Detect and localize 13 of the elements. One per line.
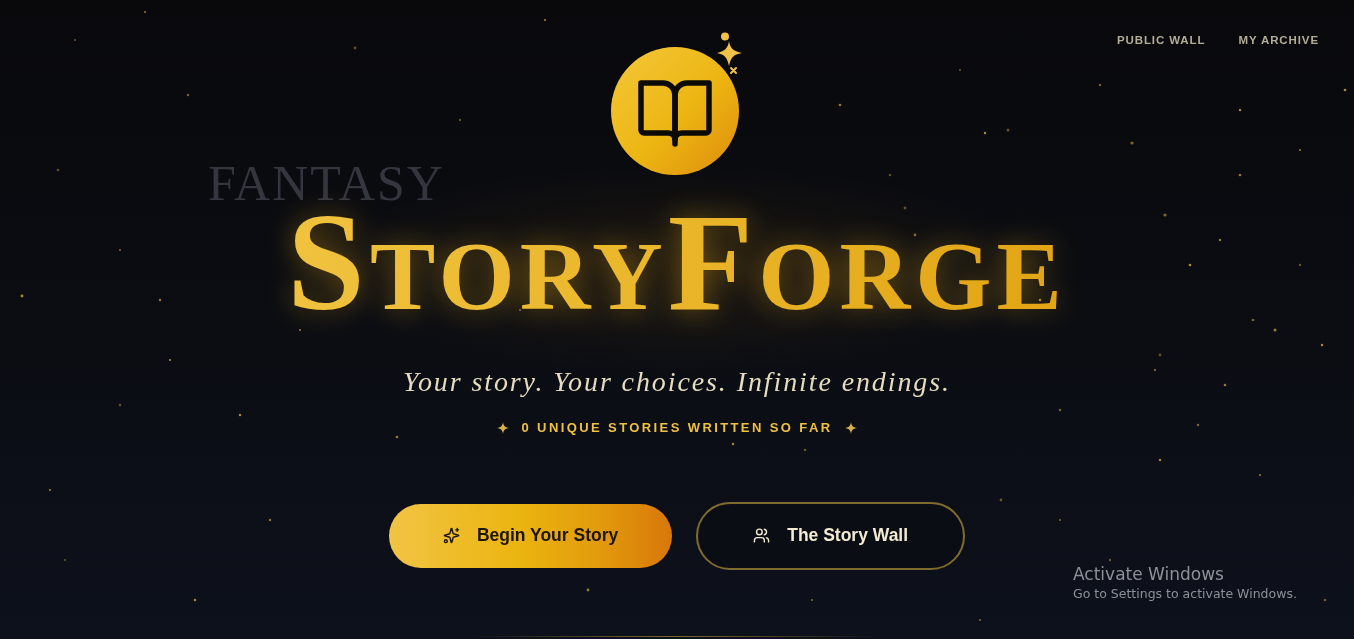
book-logo-icon xyxy=(611,47,739,175)
tagline: Your story. Your choices. Infinite endings. xyxy=(403,365,951,399)
story-counter: 0 UNIQUE STORIES WRITTEN SO FAR xyxy=(521,420,833,436)
begin-story-button[interactable]: Begin Your Story xyxy=(388,504,673,568)
activation-title: Activate Windows xyxy=(1073,563,1225,585)
nav-link[interactable]: MY ARCHIVE xyxy=(1238,33,1319,47)
sparkles-icon xyxy=(442,527,460,545)
activation-message: Go to Settings to activate Windows. xyxy=(1073,585,1297,603)
nav-link[interactable]: PUBLIC WALL xyxy=(1116,33,1206,47)
four-point-star-icon xyxy=(497,422,510,434)
story-wall-button[interactable]: The Story Wall xyxy=(696,502,966,570)
users-icon xyxy=(753,527,771,545)
four-point-star-icon xyxy=(844,422,857,434)
